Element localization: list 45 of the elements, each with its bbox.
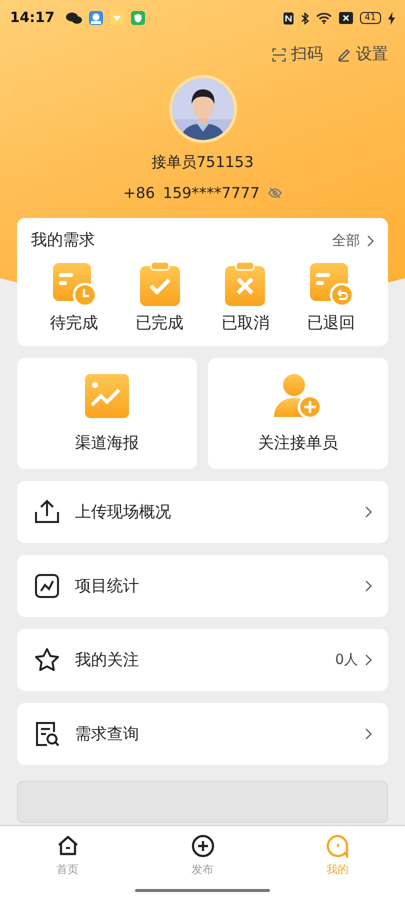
chevron-right-icon	[364, 728, 372, 740]
shield-app-icon	[130, 11, 145, 25]
order-status-button[interactable]: 已完成	[136, 261, 184, 334]
add-circle-icon	[190, 834, 214, 858]
clock-document-icon	[50, 261, 97, 307]
chevron-right-icon	[364, 580, 372, 592]
bluetooth-icon	[300, 12, 309, 24]
wifi-icon	[316, 12, 332, 24]
chevron-right-icon	[364, 654, 372, 666]
battery-level: 41	[360, 12, 381, 24]
order-status-button[interactable]: 已退回	[307, 261, 356, 334]
user-name: 接单员751153	[151, 153, 254, 172]
settings-button[interactable]: 设置	[337, 44, 388, 65]
hidden-eye-icon[interactable]	[268, 187, 282, 199]
return-document-icon	[308, 261, 354, 307]
pencil-icon	[337, 48, 351, 62]
scan-icon	[272, 48, 286, 62]
chevron-right-icon	[364, 506, 372, 518]
scan-button[interactable]: 扫码	[272, 44, 323, 65]
order-status-button[interactable]: 待完成	[50, 261, 98, 334]
star-icon	[33, 646, 61, 674]
home-icon	[56, 834, 80, 858]
view-all-link[interactable]: 全部	[332, 232, 374, 250]
menu-item[interactable]: 上传现场概况	[17, 481, 388, 543]
image-chart-icon	[84, 373, 130, 419]
no-sim-icon	[338, 12, 353, 24]
charging-icon	[388, 12, 395, 24]
app-icon	[110, 11, 124, 25]
menu-item[interactable]: 需求查询	[17, 703, 388, 765]
phone-number: 159****7777	[162, 184, 260, 202]
menu-item[interactable]: 我的关注 0人	[17, 629, 388, 691]
section-title: 我的需求	[31, 230, 95, 251]
app-icon	[88, 11, 103, 25]
order-status-button[interactable]: 已取消	[221, 261, 270, 334]
menu-item[interactable]: 项目统计	[17, 555, 388, 617]
shortcut-tile[interactable]: 渠道海报	[17, 358, 197, 469]
line-chart-icon	[33, 572, 61, 600]
upload-icon	[33, 498, 61, 526]
chevron-right-icon	[366, 234, 374, 246]
status-time: 14:17	[10, 10, 55, 26]
add-person-icon	[274, 373, 322, 419]
country-code: +86	[123, 184, 155, 202]
shortcut-tile[interactable]: 关注接单员	[208, 358, 388, 469]
document-search-icon	[33, 720, 61, 748]
chat-bubbles-icon	[66, 12, 82, 24]
